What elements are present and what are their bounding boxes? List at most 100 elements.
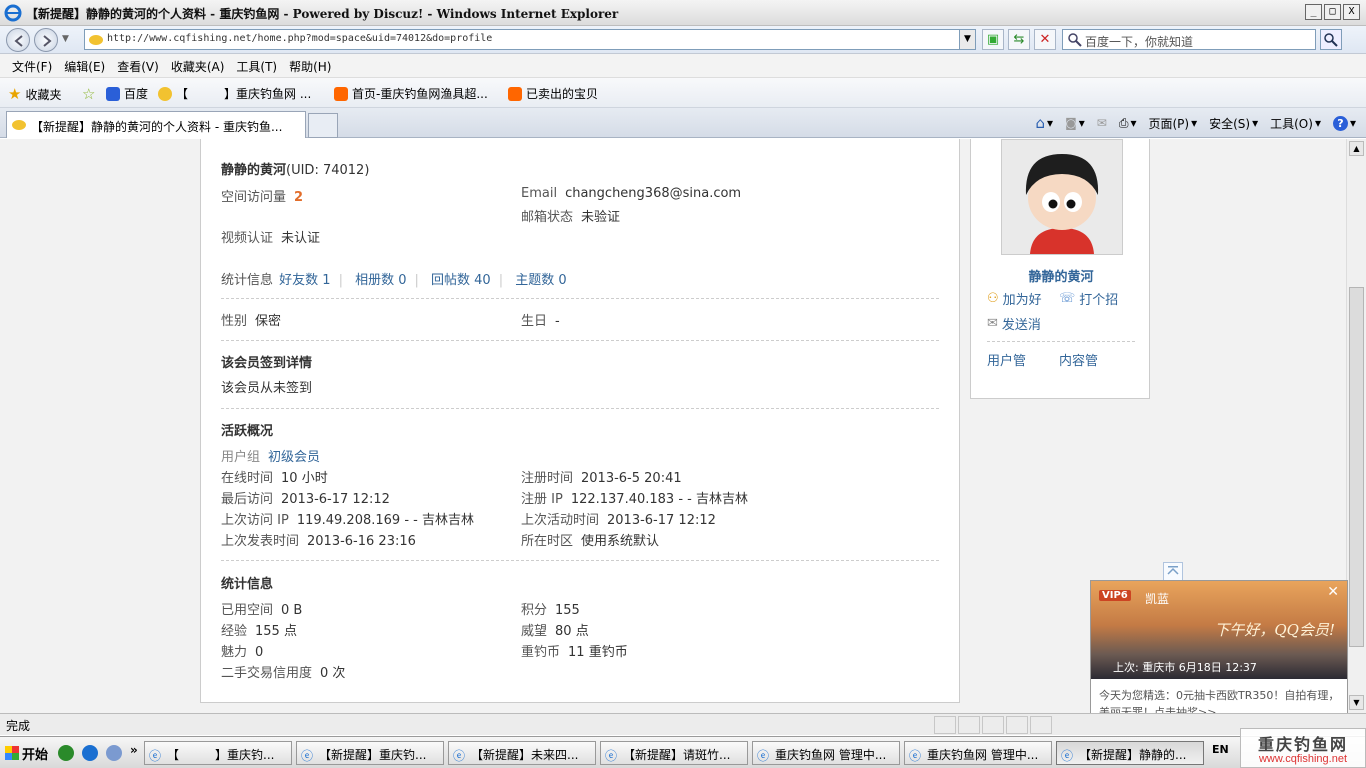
threads-count-link[interactable]: 主题数 0 (515, 273, 566, 288)
taskbar-window-button[interactable]: ⓔ 【新提醒】请斑竹... (600, 741, 748, 765)
charm-value: 0 (255, 645, 264, 660)
friends-count-link[interactable]: 好友数 1 (279, 273, 330, 288)
safety-menu[interactable]: 安全(S) ▾ (1209, 114, 1258, 132)
mail-icon: ✉ (987, 316, 998, 331)
fav-link-sold[interactable]: 已卖出的宝贝 (508, 85, 598, 102)
reg-time-label: 注册时间 (521, 471, 574, 486)
qq-vip-badge: VIP6 (1099, 590, 1131, 601)
refresh-button[interactable]: ⇆ (1008, 29, 1030, 50)
scroll-thumb[interactable] (1349, 287, 1364, 647)
qq-greeting: 下午好，QQ会员! (1214, 621, 1335, 639)
favorites-bar: ★ 收藏夹 ☆ 百度 【 】重庆钓鱼网 ... 首页-重庆钓鱼网渔具超... 已… (0, 78, 1366, 108)
scroll-up-icon[interactable]: ▲ (1349, 141, 1364, 156)
compat-view-button[interactable]: ▣ (982, 29, 1004, 50)
reg-ip-row: 注册 IP 122.137.40.183 - - 吉林吉林 (521, 488, 748, 507)
fav-link-cqfishing[interactable]: 【 】重庆钓鱼网 ... (158, 85, 311, 102)
stop-button[interactable]: ✕ (1034, 29, 1056, 50)
quicklaunch-icon[interactable] (106, 745, 122, 761)
help-button[interactable]: ? ▾ (1332, 114, 1356, 132)
tools-menu[interactable]: 工具(O) ▾ (1270, 114, 1321, 132)
page-menu[interactable]: 页面(P) ▾ (1148, 114, 1197, 132)
replies-count-link[interactable]: 回帖数 40 (431, 273, 491, 288)
profile-header: 静静的黄河(UID: 74012) (221, 159, 369, 178)
avatar-cartoon-icon (1002, 140, 1122, 254)
gender-row: 性别 保密 (221, 310, 281, 329)
divider (221, 408, 939, 409)
address-dropdown-icon[interactable]: ▼ (959, 30, 975, 49)
email-label: Email (521, 186, 558, 201)
tab-profile[interactable]: 【新提醒】静静的黄河的个人资料 - 重庆钓鱼... (6, 111, 306, 138)
input-language-indicator[interactable]: EN (1212, 743, 1229, 756)
side-username[interactable]: 静静的黄河 (971, 266, 1151, 285)
fav-link-baidu[interactable]: 百度 (106, 85, 148, 102)
fav-link-shop[interactable]: 首页-重庆钓鱼网渔具超... (334, 85, 488, 102)
home-button[interactable]: ⌂ ▾ (1036, 114, 1054, 132)
video-label: 视频认证 (221, 231, 274, 246)
timezone-label: 所在时区 (521, 534, 574, 549)
add-friend-link[interactable]: ⚇ 加为好 (987, 289, 1042, 308)
menu-help[interactable]: 帮助(H) (283, 54, 337, 77)
poke-link[interactable]: ☏ 打个招 (1059, 289, 1118, 308)
favorites-button[interactable]: ★ 收藏夹 (8, 85, 61, 103)
taskbar-window-label: 【新提醒】请斑竹... (623, 748, 731, 762)
online-value: 10 小时 (281, 471, 328, 486)
prestige-label: 威望 (521, 624, 548, 639)
qq-username: 凯蓝 (1145, 592, 1170, 606)
menu-file[interactable]: 文件(F) (6, 54, 58, 77)
security-zone-icon[interactable] (1006, 716, 1028, 734)
video-value: 未认证 (281, 231, 321, 246)
feeds-button[interactable]: ◙ ▾ (1065, 114, 1085, 132)
rss-icon: ◙ (1065, 116, 1077, 130)
menu-tools[interactable]: 工具(T) (230, 54, 283, 77)
taskbar-window-button[interactable]: ⓔ 【新提醒】未来四... (448, 741, 596, 765)
last-visit-label: 最后访问 (221, 492, 274, 507)
menu-edit[interactable]: 编辑(E) (58, 54, 111, 77)
add-favorite-icon: ☆ (82, 85, 96, 103)
menu-view[interactable]: 查看(V) (111, 54, 165, 77)
maximize-button[interactable]: □ (1324, 4, 1341, 20)
taskbar-window-button[interactable]: ⓔ 重庆钓鱼网 管理中... (904, 741, 1052, 765)
start-button[interactable]: 开始 (2, 741, 54, 765)
site-favicon-icon (158, 86, 172, 101)
send-message-link[interactable]: ✉ 发送消 (987, 314, 1041, 333)
taskbar-window-button[interactable]: ⓔ 重庆钓鱼网 管理中... (752, 741, 900, 765)
address-field[interactable]: http://www.cqfishing.net/home.php?mod=sp… (84, 29, 976, 50)
ie-icon: ⓔ (1061, 749, 1074, 763)
send-message-label: 发送消 (1001, 318, 1041, 333)
group-link[interactable]: 初级会员 (268, 450, 320, 465)
back-button[interactable] (6, 28, 30, 52)
window-titlebar: 【新提醒】静静的黄河的个人资料 - 重庆钓鱼网 - Powered by Dis… (0, 0, 1366, 26)
minimize-button[interactable]: _ (1305, 4, 1322, 20)
forward-button[interactable] (34, 28, 58, 52)
recent-pages-dropdown-icon[interactable]: ▼ (62, 34, 69, 44)
taobao-icon (508, 86, 522, 101)
ie-quicklaunch-icon[interactable] (82, 745, 98, 761)
close-button[interactable]: X (1343, 4, 1360, 20)
search-input[interactable]: 百度一下，你就知道 (1062, 29, 1316, 50)
mail-button[interactable]: ✉ (1097, 114, 1107, 132)
print-button[interactable]: ⎙ ▾ (1119, 114, 1137, 132)
taskbar-window-label: 【 】重庆钓... (167, 748, 275, 762)
last-post-row: 上次发表时间 2013-6-16 23:16 (221, 530, 416, 549)
address-url[interactable]: http://www.cqfishing.net/home.php?mod=sp… (107, 33, 492, 44)
scroll-down-icon[interactable]: ▼ (1349, 695, 1364, 710)
albums-count-link[interactable]: 相册数 0 (355, 273, 406, 288)
qq-notification-popup[interactable]: VIP6 凯蓝 ✕ 下午好，QQ会员! 上次: 重庆市 6月18日 12:37 … (1090, 580, 1348, 720)
email-status-label: 邮箱状态 (521, 210, 574, 225)
taskbar-window-button[interactable]: ⓔ 【新提醒】重庆钓... (296, 741, 444, 765)
search-go-button[interactable] (1320, 29, 1342, 50)
close-icon[interactable]: ✕ (1327, 584, 1339, 600)
menu-favorites[interactable]: 收藏夹(A) (165, 54, 231, 77)
content-manage-link[interactable]: 内容管 (1059, 350, 1098, 369)
vertical-scrollbar[interactable]: ▲ ▼ (1346, 139, 1366, 713)
back-to-top-button[interactable] (1163, 562, 1183, 582)
quicklaunch-icon[interactable] (58, 745, 74, 761)
birthday-label: 生日 (521, 314, 548, 329)
taskbar-window-button-active[interactable]: ⓔ 【新提醒】静静的... (1056, 741, 1204, 765)
avatar[interactable] (1001, 139, 1123, 255)
add-favorite-button[interactable]: ☆ (82, 85, 95, 103)
new-tab-button[interactable] (308, 113, 338, 138)
taskbar-window-button[interactable]: ⓔ 【 】重庆钓... (144, 741, 292, 765)
user-manage-link[interactable]: 用户管 (987, 350, 1026, 369)
quicklaunch-more-icon[interactable]: » (130, 743, 138, 757)
